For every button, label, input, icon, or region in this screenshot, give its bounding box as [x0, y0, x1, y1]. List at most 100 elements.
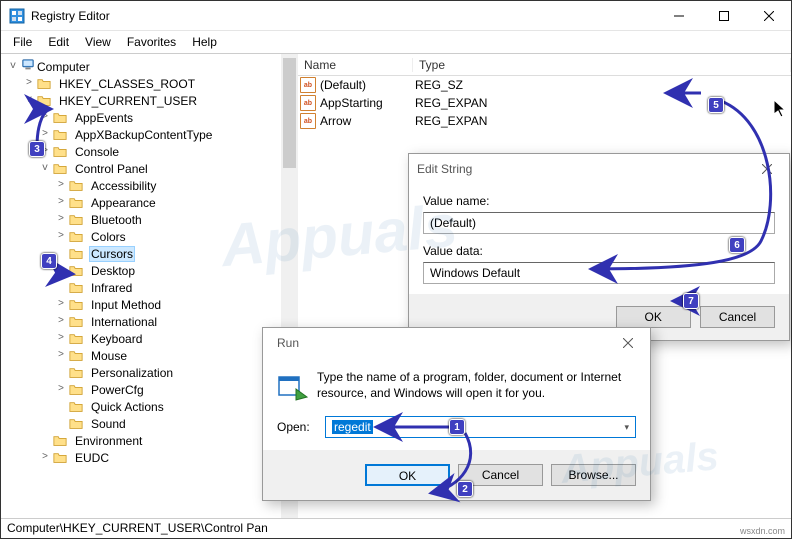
- folder-icon: [69, 382, 85, 398]
- ok-button[interactable]: OK: [616, 306, 691, 328]
- tree-pane[interactable]: v Computer > HKEY_CLASSES_ROOT v HKEY_CURRE…: [1, 54, 281, 518]
- close-button[interactable]: [605, 328, 650, 358]
- annotation-badge: 7: [683, 293, 699, 309]
- tree-item[interactable]: Colors: [89, 230, 128, 244]
- tree-item[interactable]: EUDC: [73, 451, 111, 465]
- folder-icon: [53, 450, 69, 466]
- tree-item[interactable]: AppXBackupContentType: [73, 128, 214, 142]
- string-icon: ab: [300, 95, 316, 111]
- titlebar: Registry Editor: [1, 1, 791, 31]
- column-header-name[interactable]: Name: [298, 58, 413, 72]
- folder-icon: [69, 348, 85, 364]
- folder-icon: [37, 93, 53, 109]
- menu-view[interactable]: View: [77, 33, 119, 51]
- folder-icon: [37, 76, 53, 92]
- folder-icon: [69, 212, 85, 228]
- tree-item[interactable]: PowerCfg: [89, 383, 146, 397]
- tree-hkcu[interactable]: HKEY_CURRENT_USER: [57, 94, 199, 108]
- folder-icon: [69, 178, 85, 194]
- tree-item[interactable]: Keyboard: [89, 332, 144, 346]
- expand-icon[interactable]: >: [21, 79, 37, 89]
- credit-text: wsxdn.com: [740, 526, 785, 536]
- folder-icon: [69, 399, 85, 415]
- annotation-badge: 1: [449, 419, 465, 435]
- minimize-button[interactable]: [656, 1, 701, 31]
- chevron-down-icon[interactable]: ▾: [624, 422, 629, 433]
- tree-item[interactable]: Accessibility: [89, 179, 158, 193]
- close-button[interactable]: [746, 1, 791, 31]
- value-data-input[interactable]: [423, 262, 775, 284]
- folder-icon: [53, 110, 69, 126]
- folder-icon: [69, 246, 85, 262]
- folder-icon: [69, 195, 85, 211]
- tree-control-panel[interactable]: Control Panel: [73, 162, 150, 176]
- folder-icon: [69, 229, 85, 245]
- list-row[interactable]: ab(Default)REG_SZ: [298, 76, 791, 94]
- string-icon: ab: [300, 113, 316, 129]
- statusbar: Computer\HKEY_CURRENT_USER\Control Pan: [1, 518, 791, 538]
- tree-item[interactable]: Input Method: [89, 298, 163, 312]
- tree-item[interactable]: Desktop: [89, 264, 137, 278]
- folder-icon: [69, 280, 85, 296]
- menu-edit[interactable]: Edit: [40, 33, 77, 51]
- folder-icon: [69, 314, 85, 330]
- annotation-badge: 4: [41, 253, 57, 269]
- open-value: regedit: [332, 420, 373, 434]
- annotation-badge: 6: [729, 237, 745, 253]
- run-dialog: Run Type the name of a program, folder, …: [262, 327, 651, 501]
- ok-button[interactable]: OK: [365, 464, 450, 486]
- maximize-button[interactable]: [701, 1, 746, 31]
- folder-icon: [69, 331, 85, 347]
- list-row[interactable]: abArrowREG_EXPAN: [298, 112, 791, 130]
- folder-icon: [53, 127, 69, 143]
- annotation-badge: 3: [29, 141, 45, 157]
- expand-icon[interactable]: v: [21, 96, 37, 106]
- tree-root[interactable]: Computer: [35, 60, 92, 74]
- tree-item[interactable]: AppEvents: [73, 111, 135, 125]
- run-description: Type the name of a program, folder, docu…: [317, 370, 636, 404]
- folder-icon: [53, 144, 69, 160]
- tree-cursors[interactable]: Cursors: [89, 246, 135, 262]
- tree-item[interactable]: International: [89, 315, 159, 329]
- tree-item[interactable]: Bluetooth: [89, 213, 144, 227]
- value-name-input[interactable]: [423, 212, 775, 234]
- value-data-label: Value data:: [423, 244, 775, 258]
- computer-icon: [21, 58, 35, 75]
- window-title: Registry Editor: [31, 9, 656, 23]
- tree-item[interactable]: Infrared: [89, 281, 134, 295]
- dialog-title: Run: [277, 336, 605, 350]
- folder-icon: [69, 416, 85, 432]
- column-header-type[interactable]: Type: [413, 58, 791, 72]
- cancel-button[interactable]: Cancel: [700, 306, 775, 328]
- run-large-icon: [277, 370, 317, 404]
- tree-item[interactable]: HKEY_CLASSES_ROOT: [57, 77, 197, 91]
- open-combobox[interactable]: regedit ▾: [325, 416, 636, 438]
- menu-file[interactable]: File: [5, 33, 40, 51]
- browse-button[interactable]: Browse...: [551, 464, 636, 486]
- string-icon: ab: [300, 77, 316, 93]
- annotation-badge: 5: [708, 97, 724, 113]
- tree-item[interactable]: Sound: [89, 417, 128, 431]
- menu-favorites[interactable]: Favorites: [119, 33, 184, 51]
- expand-icon[interactable]: v: [5, 62, 21, 72]
- tree-item[interactable]: Environment: [73, 434, 144, 448]
- tree-item[interactable]: Mouse: [89, 349, 129, 363]
- folder-icon: [69, 263, 85, 279]
- dialog-title: Edit String: [417, 162, 744, 176]
- tree-item[interactable]: Appearance: [89, 196, 158, 210]
- folder-icon: [69, 297, 85, 313]
- value-name-label: Value name:: [423, 194, 775, 208]
- close-button[interactable]: [744, 154, 789, 184]
- regedit-icon: [9, 8, 25, 24]
- mouse-pointer-icon: [773, 99, 787, 119]
- folder-icon: [53, 433, 69, 449]
- menu-help[interactable]: Help: [184, 33, 225, 51]
- tree-item[interactable]: Personalization: [89, 366, 175, 380]
- menubar: File Edit View Favorites Help: [1, 31, 791, 53]
- folder-icon: [69, 365, 85, 381]
- folder-icon: [53, 161, 69, 177]
- open-label: Open:: [277, 420, 325, 434]
- annotation-badge: 2: [457, 481, 473, 497]
- tree-item[interactable]: Quick Actions: [89, 400, 166, 414]
- tree-item[interactable]: Console: [73, 145, 121, 159]
